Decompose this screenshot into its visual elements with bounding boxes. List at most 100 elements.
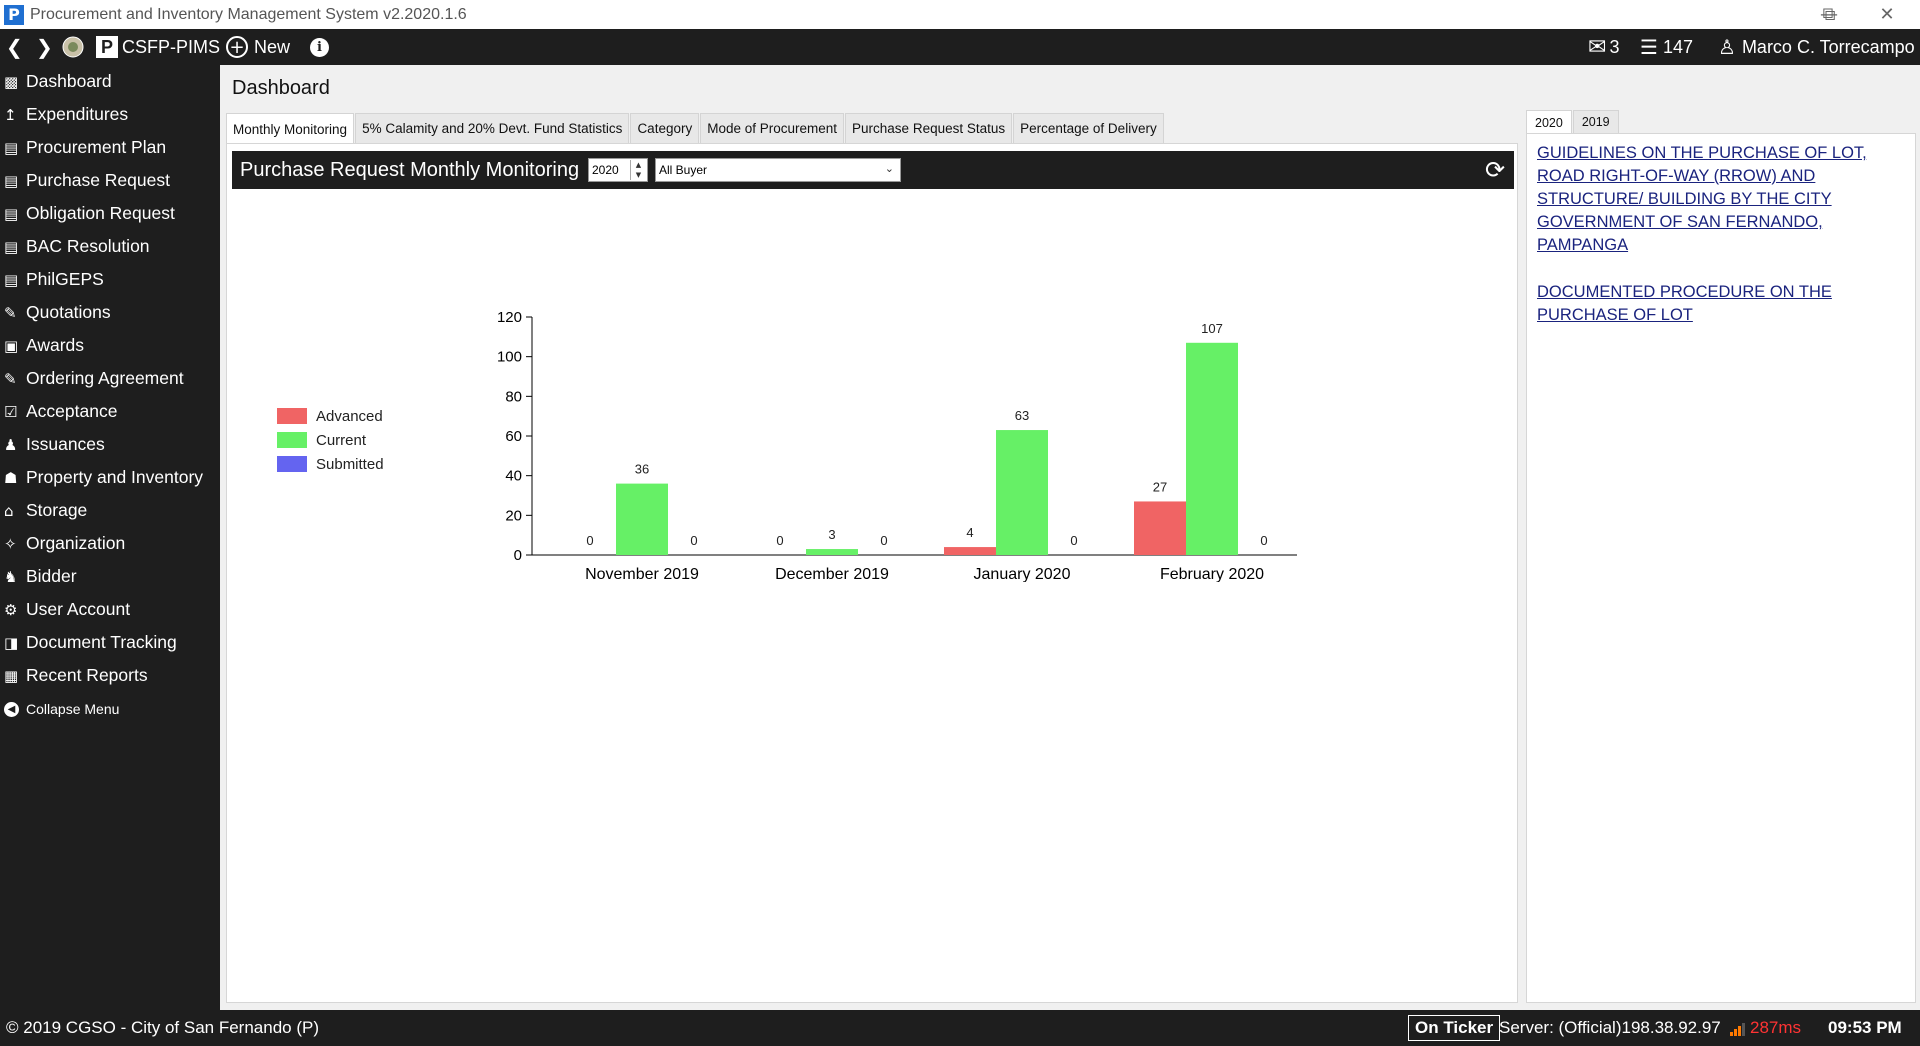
sidebar-item-acceptance[interactable]: ☑ Acceptance	[0, 395, 220, 428]
refresh-button[interactable]: ⟳	[1482, 156, 1508, 184]
clock-text: 09:53 PM	[1828, 1018, 1902, 1037]
sidebar-item-label: Purchase Request	[26, 170, 170, 190]
tab-monthly-monitoring[interactable]: Monthly Monitoring	[226, 113, 355, 144]
arrow-up-icon[interactable]: ▲	[636, 161, 641, 169]
sidebar-item-expenditures[interactable]: ↥ Expenditures	[0, 98, 220, 131]
document-icon: ▤	[4, 204, 19, 223]
chevron-down-icon: ⌄	[884, 162, 894, 175]
server-text: Server: (Official)198.38.92.97	[1499, 1018, 1721, 1037]
bar	[616, 483, 668, 555]
tab-year-2019[interactable]: 2019	[1572, 110, 1619, 133]
spinner-arrows[interactable]: ▲ ▼	[630, 160, 646, 180]
buyer-value: All Buyer	[659, 163, 708, 177]
chart-icon: ↥	[4, 105, 17, 124]
data-label: 0	[776, 533, 783, 548]
sidebar-item-label: Awards	[26, 335, 85, 355]
data-label: 4	[966, 525, 973, 540]
sidebar-item-storage[interactable]: ⌂ Storage	[0, 494, 220, 527]
reports-icon: ▦	[4, 666, 19, 685]
legend-swatch	[277, 456, 307, 472]
document-icon: ▤	[4, 270, 19, 289]
sidebar-item-awards[interactable]: ▣ Awards	[0, 329, 220, 362]
sidebar-item-label: Ordering Agreement	[26, 368, 184, 388]
tab-year-2020[interactable]: 2020	[1526, 110, 1572, 134]
sidebar-item-label: Obligation Request	[26, 203, 175, 223]
sidebar-item-label: Bidder	[26, 566, 77, 586]
year-value: 2020	[592, 163, 619, 177]
y-tick-label: 0	[514, 547, 522, 564]
bar	[944, 547, 996, 555]
sidebar-item-philgeps[interactable]: ▤ PhilGEPS	[0, 263, 220, 296]
sidebar-item-dashboard[interactable]: ▩ Dashboard	[0, 65, 220, 98]
organization-icon: ✧	[4, 534, 17, 553]
user-account-icon: ⚙	[4, 600, 18, 619]
app-logo-icon: P	[96, 36, 118, 58]
top-toolbar: ❮ ❯ P CSFP-PIMS + New i ✉ 3 ☰ 147 ♙ Marc…	[0, 29, 1920, 65]
tab-percentage-of-delivery[interactable]: Percentage of Delivery	[1013, 113, 1164, 143]
document-link-procedure[interactable]: DOCUMENTED PROCEDURE ON THE PURCHASE OF …	[1537, 281, 1905, 327]
messages-count: 3	[1609, 36, 1620, 57]
legend-swatch	[277, 408, 307, 424]
forward-button[interactable]: ❯	[36, 29, 53, 65]
collapse-menu-button[interactable]: ◀ Collapse Menu	[4, 701, 119, 717]
messages-button[interactable]: ✉ 3	[1588, 29, 1619, 65]
city-seal-icon	[62, 29, 84, 65]
window-titlebar: P Procurement and Inventory Management S…	[0, 0, 1920, 29]
tab-purchase-request-status[interactable]: Purchase Request Status	[845, 113, 1013, 143]
data-label: 0	[1260, 533, 1267, 548]
sidebar-item-ordering-agreement[interactable]: ✎ Ordering Agreement	[0, 362, 220, 395]
data-label: 0	[690, 533, 697, 548]
year-tabs: 2020 2019	[1526, 110, 1620, 134]
sidebar-item-bac-resolution[interactable]: ▤ BAC Resolution	[0, 230, 220, 263]
sidebar-item-label: Property and Inventory	[26, 467, 204, 487]
x-tick-label: November 2019	[585, 566, 699, 582]
sidebar-item-issuances[interactable]: ♟ Issuances	[0, 428, 220, 461]
refresh-icon: ⟳	[1484, 156, 1506, 184]
user-menu-button[interactable]: ♙ Marco C. Torrecampo	[1718, 29, 1915, 65]
buyer-select[interactable]: All Buyer ⌄	[655, 158, 901, 182]
bidder-icon: ♞	[4, 567, 18, 586]
legend-item-current: Current	[277, 428, 384, 452]
close-icon[interactable]: ✕	[1858, 0, 1916, 29]
sidebar-item-bidder[interactable]: ♞ Bidder	[0, 560, 220, 593]
property-icon: ☗	[4, 468, 18, 487]
signal-icon	[1730, 1020, 1745, 1036]
edit-icon: ✎	[4, 369, 17, 388]
restore-icon[interactable]: ⧉	[1800, 0, 1858, 29]
new-button[interactable]: + New	[226, 29, 290, 65]
info-button[interactable]: i	[310, 29, 329, 65]
status-bar: © 2019 CGSO - City of San Fernando (P) O…	[0, 1010, 1920, 1046]
window-title: Procurement and Inventory Management Sys…	[30, 5, 467, 23]
document-link-guidelines[interactable]: GUIDELINES ON THE PURCHASE OF LOT, ROAD …	[1537, 142, 1905, 257]
collapse-menu-label: Collapse Menu	[26, 701, 120, 717]
sidebar-item-document-tracking[interactable]: ◨ Document Tracking	[0, 626, 220, 659]
sidebar-item-organization[interactable]: ✧ Organization	[0, 527, 220, 560]
sidebar-item-label: Quotations	[26, 302, 111, 322]
tab-category[interactable]: Category	[630, 113, 700, 143]
chart-legend: Advanced Current Submitted	[277, 404, 384, 476]
on-ticker-button[interactable]: On Ticker	[1408, 1015, 1501, 1041]
data-label: 36	[635, 462, 649, 477]
bar	[1134, 501, 1186, 555]
tasks-button[interactable]: ☰ 147	[1640, 29, 1693, 65]
app-home-button[interactable]: P CSFP-PIMS	[96, 29, 220, 65]
year-spinner[interactable]: 2020 ▲ ▼	[588, 158, 648, 182]
x-tick-label: February 2020	[1160, 566, 1264, 582]
dashboard-icon: ▩	[4, 72, 19, 91]
data-label: 107	[1201, 321, 1223, 336]
data-label: 27	[1153, 479, 1167, 494]
tab-fund-statistics[interactable]: 5% Calamity and 20% Devt. Fund Statistic…	[355, 113, 630, 143]
back-button[interactable]: ❮	[6, 29, 23, 65]
sidebar-item-recent-reports[interactable]: ▦ Recent Reports	[0, 659, 220, 692]
sidebar-item-quotations[interactable]: ✎ Quotations	[0, 296, 220, 329]
legend-label: Submitted	[316, 455, 384, 473]
sidebar-item-purchase-request[interactable]: ▤ Purchase Request	[0, 164, 220, 197]
x-tick-label: December 2019	[775, 566, 889, 582]
arrow-down-icon[interactable]: ▼	[636, 171, 641, 179]
sidebar-item-property-and-inventory[interactable]: ☗ Property and Inventory	[0, 461, 220, 494]
sidebar-item-procurement-plan[interactable]: ▤ Procurement Plan	[0, 131, 220, 164]
tab-mode-of-procurement[interactable]: Mode of Procurement	[700, 113, 845, 143]
sidebar-item-user-account[interactable]: ⚙ User Account	[0, 593, 220, 626]
sidebar-item-obligation-request[interactable]: ▤ Obligation Request	[0, 197, 220, 230]
award-icon: ▣	[4, 336, 19, 355]
